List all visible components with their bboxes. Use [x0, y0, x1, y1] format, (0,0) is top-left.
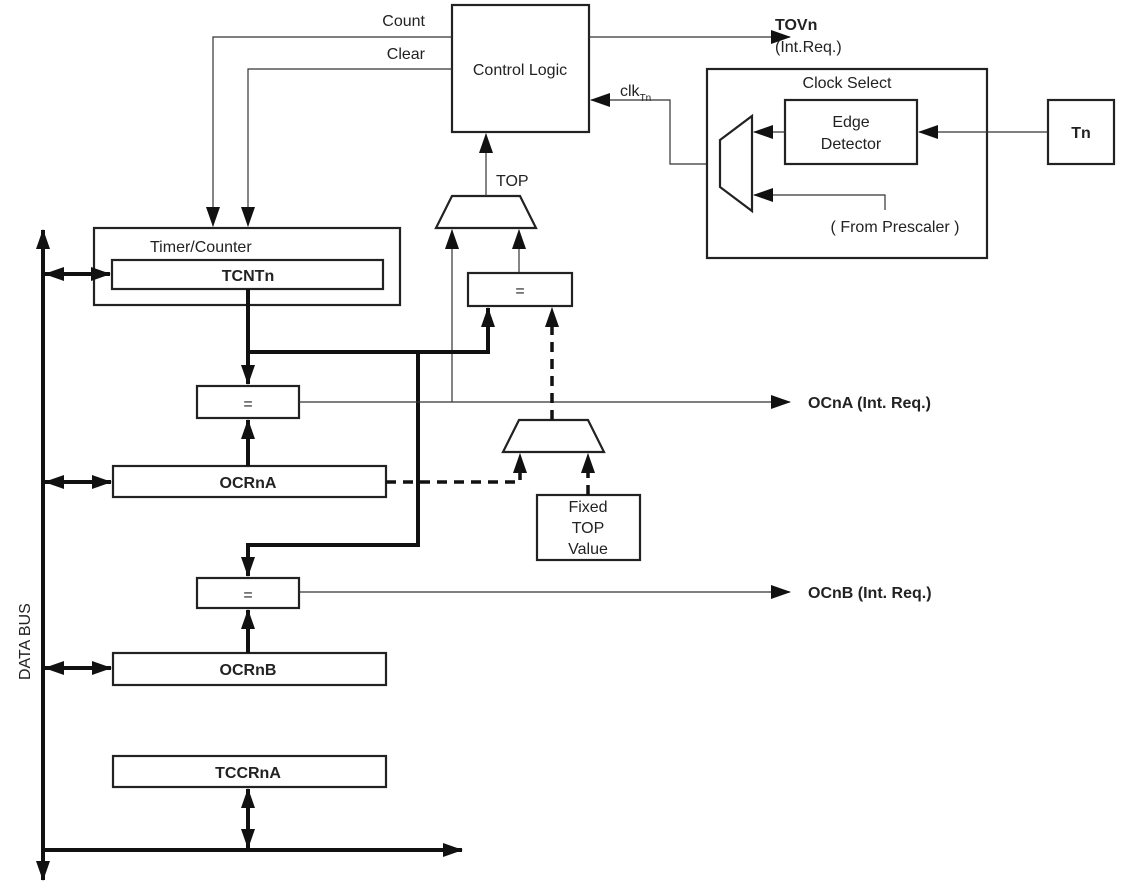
- tovn-label: TOVn: [775, 17, 817, 34]
- clk-tn-label: clkTn: [620, 83, 651, 104]
- control-logic-block: Control Logic: [450, 3, 591, 134]
- ocrna-to-top-select: [386, 470, 522, 484]
- ocnb-label: OCnB (Int. Req.): [808, 585, 932, 602]
- control-logic-label: Control Logic: [473, 62, 567, 79]
- data-bus-label: DATA BUS: [17, 603, 34, 680]
- compare-a-eq: =: [243, 396, 252, 413]
- tccrna-label: TCCRnA: [215, 765, 281, 782]
- from-prescaler-label: ( From Prescaler ): [831, 219, 960, 236]
- top-label: TOP: [496, 173, 529, 190]
- fixed-top-label-1: Fixed: [568, 499, 607, 516]
- tcntn-label: TCNTn: [222, 268, 274, 285]
- clear-signal: [241, 68, 452, 227]
- timer-counter-block-diagram: Control Logic Count Clear TOVn (Int.Req.…: [17, 3, 1116, 881]
- tn-label: Tn: [1071, 125, 1091, 142]
- top-mux: [434, 194, 538, 230]
- ocrnb-label: OCRnB: [220, 662, 277, 679]
- timer-counter-label: Timer/Counter: [150, 239, 252, 256]
- fixed-top-label-3: Value: [568, 541, 608, 558]
- ocrna-label: OCRnA: [220, 475, 277, 492]
- top-select-mux: [501, 418, 606, 454]
- tovn-int-req-label: (Int.Req.): [775, 39, 842, 56]
- clk-tn-signal: [590, 93, 720, 165]
- fixed-top-label-2: TOP: [572, 520, 605, 537]
- edge-detector-label-2: Detector: [821, 136, 882, 153]
- clear-label: Clear: [387, 46, 426, 63]
- count-label: Count: [382, 13, 425, 30]
- ocna-label: OCnA (Int. Req.): [808, 395, 931, 412]
- count-signal: [206, 36, 452, 227]
- clock-select-block: Clock Select Edge Detector ( From Presca…: [705, 67, 989, 260]
- edge-detector-block: [783, 98, 919, 166]
- top-compare-eq: =: [515, 283, 524, 300]
- edge-detector-label-1: Edge: [832, 114, 869, 131]
- clock-select-label: Clock Select: [803, 75, 892, 92]
- compare-b-eq: =: [243, 587, 252, 604]
